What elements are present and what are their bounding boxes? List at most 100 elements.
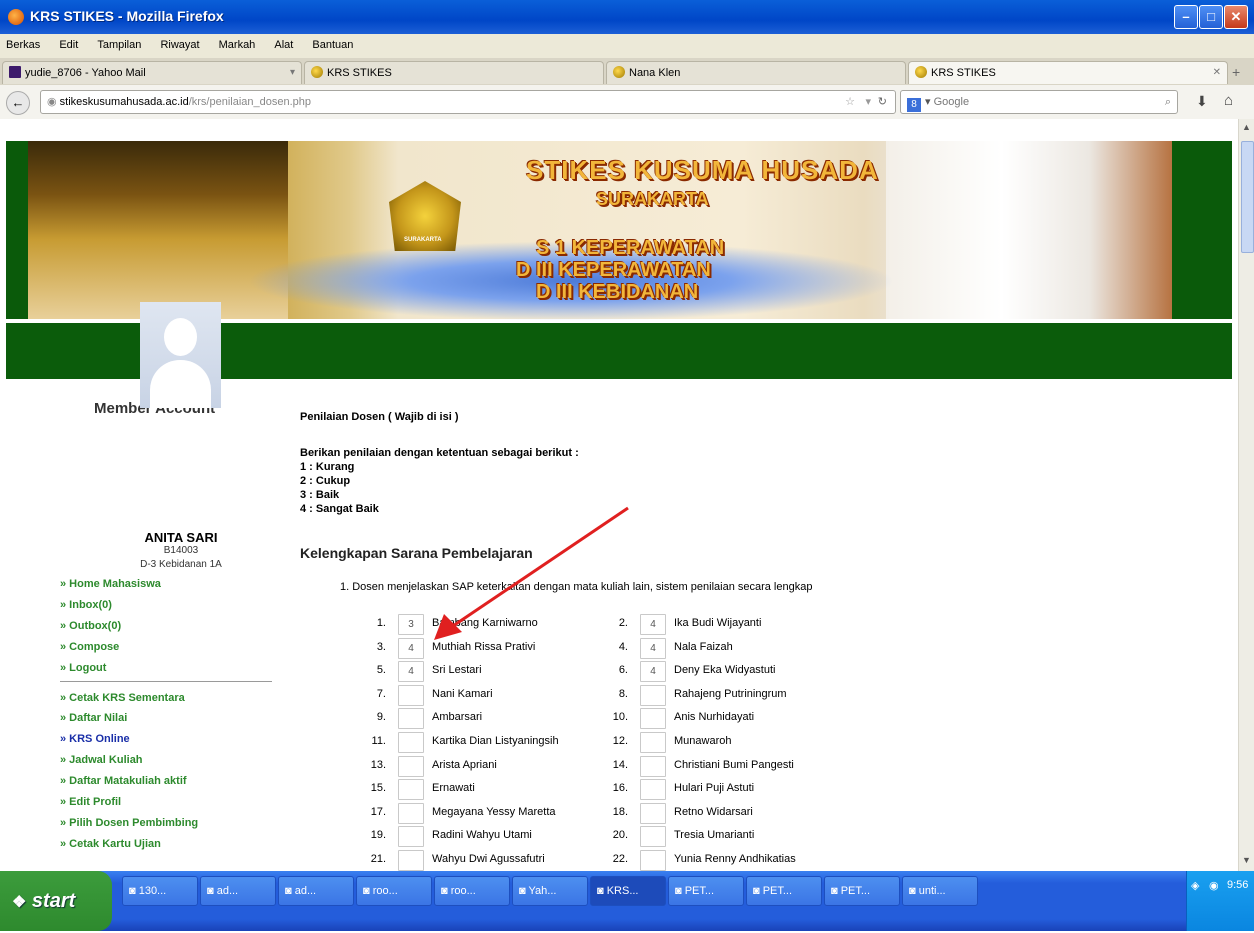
nav-daftar-nilai[interactable]: » Daftar Nilai: [60, 712, 127, 724]
scroll-down-icon[interactable]: ▼: [1242, 855, 1251, 865]
rating-input[interactable]: [398, 732, 424, 753]
lecturer-number: 21.: [370, 853, 386, 865]
taskbar-button-label: ad...: [294, 885, 317, 897]
rating-input[interactable]: [640, 803, 666, 824]
rating-input[interactable]: 4: [640, 661, 666, 682]
menu-markah[interactable]: Markah: [219, 39, 256, 51]
taskbar-button[interactable]: ◙ unti...: [902, 876, 978, 906]
header-banner: SURAKARTA STIKES KUSUMA HUSADA SURAKARTA…: [6, 141, 1232, 321]
menu-bantuan[interactable]: Bantuan: [312, 39, 353, 51]
taskbar-button[interactable]: ◙ ad...: [278, 876, 354, 906]
close-tab-icon[interactable]: ✕: [1213, 62, 1221, 84]
nurses-photo: [886, 141, 1176, 319]
taskbar-button-label: PET...: [762, 885, 793, 897]
lecturer-name: Kartika Dian Listyaningsih: [432, 735, 559, 747]
rating-input[interactable]: [398, 779, 424, 800]
nav-pilih-dosen-pembimbing[interactable]: » Pilih Dosen Pembimbing: [60, 817, 198, 829]
search-bar[interactable]: 8 ▾ Google ⌕: [900, 90, 1178, 114]
scrollbar-thumb[interactable]: [1241, 141, 1254, 253]
rating-input[interactable]: [398, 850, 424, 871]
home-icon[interactable]: ⌂: [1224, 92, 1233, 109]
nav-logout[interactable]: » Logout: [60, 662, 106, 674]
tab-yahoo-mail[interactable]: yudie_8706 - Yahoo Mail ▾: [2, 61, 302, 84]
back-button[interactable]: ←: [6, 91, 30, 115]
search-placeholder: Google: [933, 96, 970, 108]
rating-input[interactable]: [398, 685, 424, 706]
rating-input[interactable]: [398, 826, 424, 847]
new-tab-icon[interactable]: +: [1232, 64, 1240, 80]
nav-edit-profil[interactable]: » Edit Profil: [60, 796, 121, 808]
taskbar-button[interactable]: ◙ ad...: [200, 876, 276, 906]
site-favicon-icon: [915, 66, 927, 78]
clock[interactable]: 9:56: [1227, 879, 1248, 891]
instruction-text: Berikan penilaian dengan ketentuan sebag…: [300, 447, 579, 459]
taskbar-button[interactable]: ◙ roo...: [434, 876, 510, 906]
rating-input[interactable]: [640, 850, 666, 871]
menu-tampilan[interactable]: Tampilan: [97, 39, 141, 51]
taskbar-app-icon: ◙: [597, 885, 607, 897]
lecturer-number: 11.: [371, 735, 386, 747]
rating-input[interactable]: [640, 708, 666, 729]
rating-input[interactable]: [640, 685, 666, 706]
url-bar[interactable]: ◉ stikeskusumahusada.ac.id/krs/penilaian…: [40, 90, 896, 114]
lecturer-number: 15.: [370, 782, 386, 794]
close-button[interactable]: ✕: [1224, 5, 1248, 29]
nav-cetak-kartu-ujian[interactable]: » Cetak Kartu Ujian: [60, 838, 161, 850]
rating-input[interactable]: 4: [640, 638, 666, 659]
lecturer-number: 5.: [376, 664, 386, 676]
reload-icon[interactable]: ↻: [878, 91, 887, 113]
tab-krs-stikes-1[interactable]: KRS STIKES: [304, 61, 604, 84]
rating-input[interactable]: [640, 756, 666, 777]
tray-network-icon[interactable]: ◈: [1191, 879, 1199, 892]
rating-input[interactable]: 4: [398, 661, 424, 682]
menu-bar: Berkas Edit Tampilan Riwayat Markah Alat…: [0, 34, 1254, 59]
dropdown-icon[interactable]: ▾: [865, 91, 871, 113]
rating-input[interactable]: [640, 732, 666, 753]
tab-nana-klen[interactable]: Nana Klen: [606, 61, 906, 84]
taskbar-button[interactable]: ◙ 130...: [122, 876, 198, 906]
menu-berkas[interactable]: Berkas: [6, 39, 40, 51]
bookmark-star-icon[interactable]: ☆: [845, 91, 855, 113]
rating-input[interactable]: [398, 803, 424, 824]
menu-riwayat[interactable]: Riwayat: [160, 39, 199, 51]
nav-compose[interactable]: » Compose: [60, 641, 119, 653]
lecturer-name: Munawaroh: [674, 735, 732, 747]
menu-edit[interactable]: Edit: [59, 39, 78, 51]
taskbar-button[interactable]: ◙ PET...: [746, 876, 822, 906]
taskbar-button[interactable]: ◙ PET...: [824, 876, 900, 906]
navigation-bar: ← ◉ stikeskusumahusada.ac.id/krs/penilai…: [0, 85, 1254, 120]
search-icon[interactable]: ⌕: [1165, 91, 1171, 113]
nav-jadwal-kuliah[interactable]: » Jadwal Kuliah: [60, 754, 143, 766]
taskbar-button[interactable]: ◙ PET...: [668, 876, 744, 906]
vertical-scrollbar[interactable]: ▲ ▼: [1238, 119, 1254, 871]
nav-home-mahasiswa[interactable]: » Home Mahasiswa: [60, 578, 161, 590]
minimize-button[interactable]: –: [1174, 5, 1198, 29]
lecturer-name: Nani Kamari: [432, 688, 493, 700]
nav-cetak-krs-sementara[interactable]: » Cetak KRS Sementara: [60, 692, 185, 704]
lecturer-name: Hulari Puji Astuti: [674, 782, 755, 794]
nav-outbox[interactable]: » Outbox(0): [60, 620, 121, 632]
rating-input[interactable]: [640, 779, 666, 800]
taskbar-button[interactable]: ◙ KRS...: [590, 876, 666, 906]
tab-krs-stikes-active[interactable]: KRS STIKES ✕: [908, 61, 1228, 84]
download-icon[interactable]: ⬇: [1196, 93, 1208, 110]
lecturer-number: 6.: [618, 664, 628, 676]
taskbar-button[interactable]: ◙ roo...: [356, 876, 432, 906]
window-title-bar[interactable]: KRS STIKES - Mozilla Firefox – □ ✕: [0, 0, 1254, 34]
scroll-up-icon[interactable]: ▲: [1242, 122, 1251, 132]
taskbar-button[interactable]: ◙ Yah...: [512, 876, 588, 906]
rating-input[interactable]: [398, 756, 424, 777]
rating-input[interactable]: [640, 826, 666, 847]
menu-alat[interactable]: Alat: [274, 39, 293, 51]
start-button[interactable]: ❖ start: [0, 871, 112, 931]
maximize-button[interactable]: □: [1199, 5, 1223, 29]
nav-daftar-matakuliah-aktif[interactable]: » Daftar Matakuliah aktif: [60, 775, 187, 787]
rating-input[interactable]: 4: [640, 614, 666, 635]
sidebar-divider: [60, 681, 272, 682]
taskbar-app-icon: ◙: [909, 885, 919, 897]
search-engine-dropdown-icon[interactable]: ▾: [925, 96, 931, 108]
nav-krs-online[interactable]: » KRS Online: [60, 733, 130, 745]
rating-input[interactable]: [398, 708, 424, 729]
nav-inbox[interactable]: » Inbox(0): [60, 599, 112, 611]
tray-volume-icon[interactable]: ◉: [1209, 879, 1219, 892]
